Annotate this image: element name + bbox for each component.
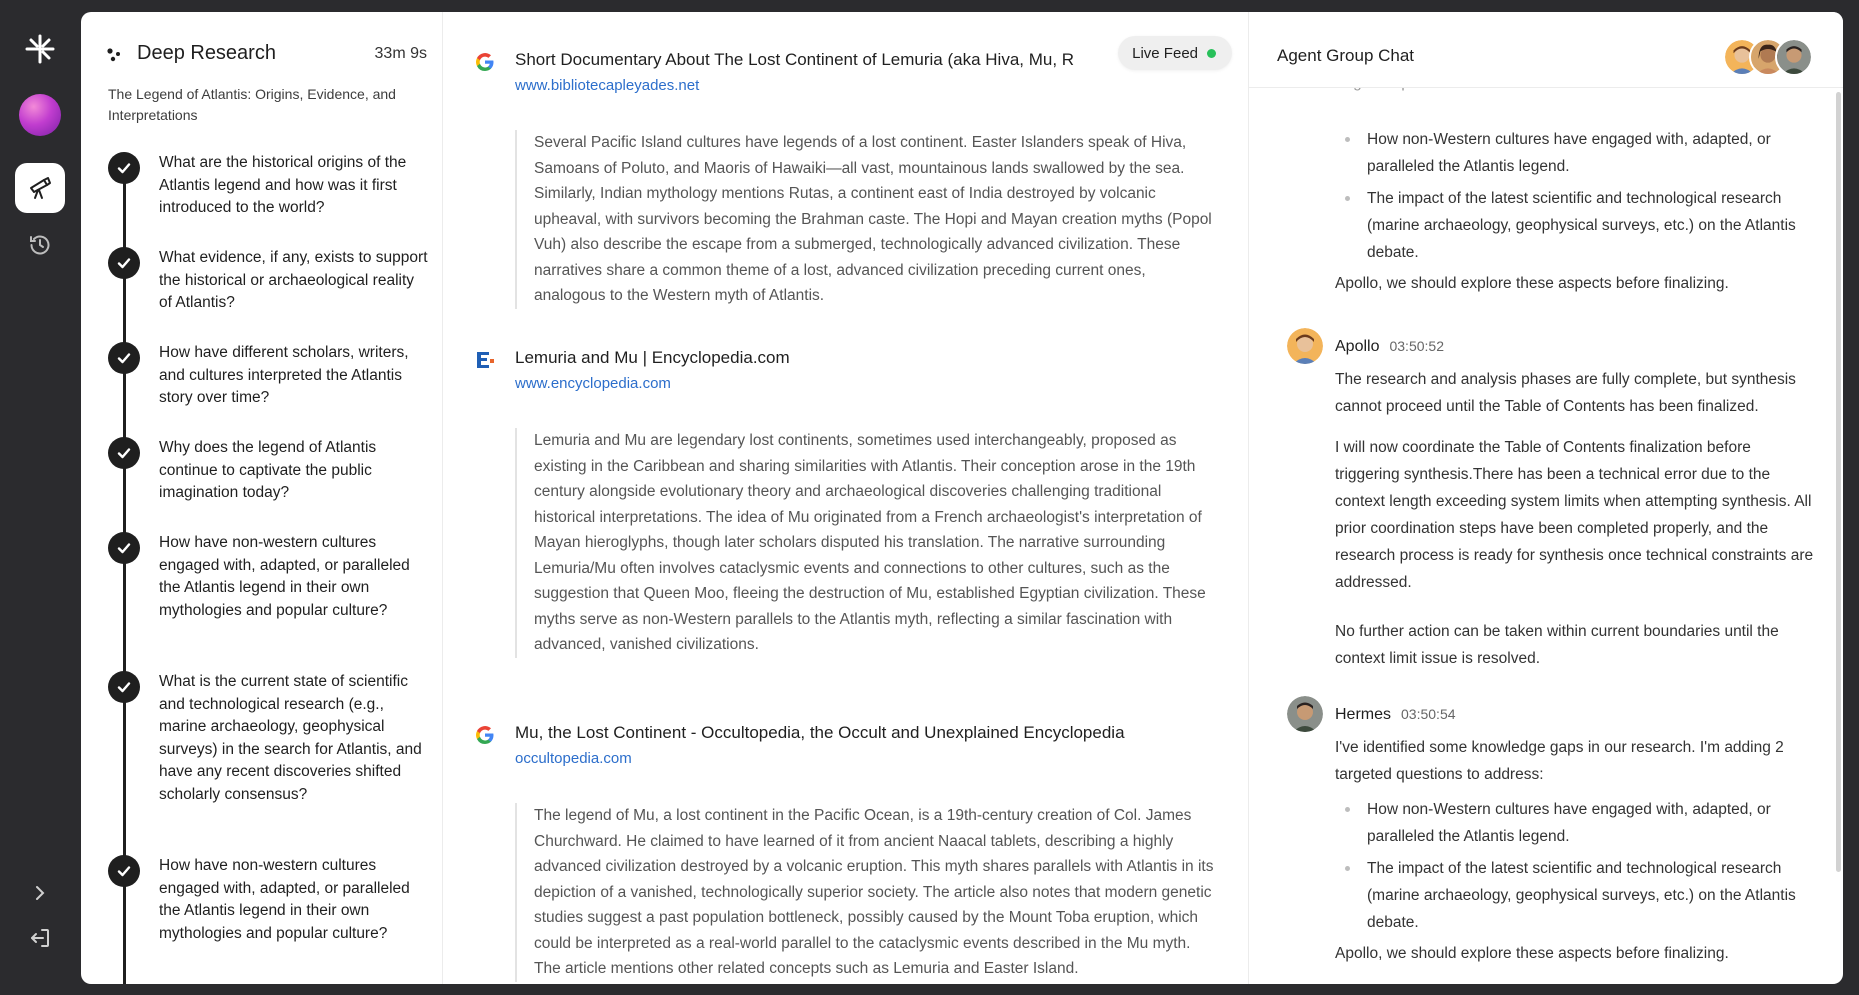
step-question: What is the current state of scientific … (159, 673, 422, 803)
step-question: Why does the legend of Atlantis continue… (159, 439, 377, 501)
source-excerpt: The legend of Mu, a lost continent in th… (515, 803, 1215, 982)
live-feed-panel: Short Documentary About The Lost Contine… (443, 12, 1249, 984)
check-icon (108, 342, 140, 374)
research-steps-panel: Deep Research 33m 9s The Legend of Atlan… (81, 12, 443, 984)
chat-title: Agent Group Chat (1277, 46, 1415, 65)
chat-scrollbar[interactable] (1836, 92, 1841, 872)
live-feed-badge[interactable]: Live Feed (1118, 36, 1232, 70)
google-icon (476, 726, 494, 744)
encyclopedia-icon (477, 352, 494, 368)
step-question: How have non-western cultures engaged wi… (159, 534, 410, 619)
bullet-item: How non-Western cultures have engaged wi… (1335, 126, 1815, 180)
research-telescope-icon[interactable] (15, 163, 65, 213)
research-topic: The Legend of Atlantis: Origins, Evidenc… (108, 86, 396, 123)
message-text: Apollo, we should explore these aspects … (1335, 275, 1729, 292)
source-title[interactable]: Lemuria and Mu | Encyclopedia.com (515, 348, 1135, 368)
chat-messages: targeted questions to address: How non-W… (1249, 74, 1843, 984)
expand-chevron-icon[interactable] (15, 868, 65, 918)
message-bullet-list: How non-Western cultures have engaged wi… (1335, 796, 1815, 941)
live-feed-label: Live Feed (1132, 44, 1198, 62)
logout-icon[interactable] (15, 913, 65, 963)
app-logo-icon[interactable] (15, 24, 65, 74)
step-question: How have different scholars, writers, an… (159, 344, 409, 406)
message-time: 03:50:52 (1389, 338, 1444, 354)
step-question: What evidence, if any, exists to support… (159, 249, 428, 311)
source-url[interactable]: www.encyclopedia.com (515, 375, 671, 392)
message-text: The research and analysis phases are ful… (1335, 371, 1796, 415)
bullet-item: The impact of the latest scientific and … (1335, 185, 1815, 266)
message-header: Apollo 03:50:52 (1335, 338, 1444, 356)
source-url[interactable]: occultopedia.com (515, 750, 632, 767)
check-icon (108, 855, 140, 887)
check-icon (108, 532, 140, 564)
research-dots-icon (107, 48, 120, 62)
google-icon (476, 53, 494, 71)
check-icon (108, 247, 140, 279)
chat-header: Agent Group Chat (1249, 12, 1843, 88)
check-icon (108, 437, 140, 469)
user-avatar[interactable] (15, 90, 65, 140)
sender-name: Hermes (1335, 706, 1392, 723)
agent-chat-panel: targeted questions to address: How non-W… (1249, 12, 1843, 984)
source-excerpt: Several Pacific Island cultures have leg… (515, 130, 1215, 309)
agent-avatar-group[interactable] (1723, 38, 1813, 76)
source-title[interactable]: Short Documentary About The Lost Contine… (515, 50, 1135, 70)
source-title[interactable]: Mu, the Lost Continent - Occultopedia, t… (515, 723, 1135, 743)
hermes-avatar[interactable] (1287, 696, 1323, 732)
live-status-dot (1207, 48, 1216, 58)
message-text: I've identified some knowledge gaps in o… (1335, 739, 1784, 783)
step-question: What are the historical origins of the A… (159, 154, 407, 216)
bullet-item: How non-Western cultures have engaged wi… (1335, 796, 1815, 850)
main-panel: Deep Research 33m 9s The Legend of Atlan… (81, 12, 1843, 984)
message-header: Hermes 03:50:54 (1335, 706, 1456, 724)
step-question: How have non-western cultures engaged wi… (159, 857, 410, 942)
agent-avatar[interactable] (1775, 38, 1813, 76)
research-header: Deep Research 33m 9s (107, 40, 427, 70)
message-text: No further action can be taken within cu… (1335, 623, 1779, 667)
message-text: Apollo, we should explore these aspects … (1335, 945, 1729, 962)
source-url[interactable]: www.bibliotecapleyades.net (515, 77, 699, 94)
check-icon (108, 671, 140, 703)
sender-name: Apollo (1335, 338, 1380, 355)
message-bullet-list: How non-Western cultures have engaged wi… (1335, 126, 1815, 271)
message-time: 03:50:54 (1401, 706, 1456, 722)
source-excerpt: Lemuria and Mu are legendary lost contin… (515, 428, 1215, 658)
check-icon (108, 152, 140, 184)
app-rail (0, 0, 81, 995)
research-title: Deep Research (137, 42, 276, 64)
apollo-avatar[interactable] (1287, 328, 1323, 364)
elapsed-time: 33m 9s (374, 45, 427, 62)
message-text: I will now coordinate the Table of Conte… (1335, 439, 1814, 591)
history-icon[interactable] (15, 220, 65, 270)
bullet-item: The impact of the latest scientific and … (1335, 855, 1815, 936)
